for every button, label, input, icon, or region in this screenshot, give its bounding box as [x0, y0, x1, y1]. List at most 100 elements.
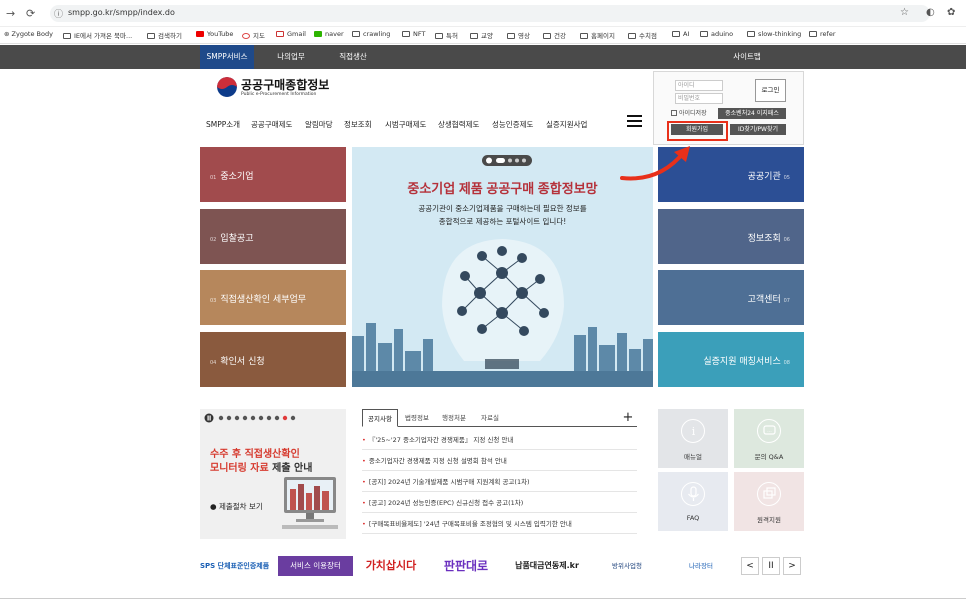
bookmark-item[interactable]: NFT	[402, 30, 425, 38]
bookmark-globe-icon: ⊛	[4, 30, 12, 38]
news-item[interactable]: • [공고] 2024년 성능인증(EPC) 신규신청 접수 공고(1차)	[362, 493, 637, 513]
tab-laws[interactable]: 법령정보	[400, 409, 434, 427]
strip-dapa[interactable]: 방위사업청	[592, 556, 662, 576]
menu-performance-cert[interactable]: 성능인증제도	[492, 119, 533, 130]
bookmark-item[interactable]: YouTube	[196, 30, 233, 38]
menu-public-purchase[interactable]: 공공구매제도	[251, 119, 292, 130]
bookmark-item[interactable]: refer	[809, 30, 836, 38]
svg-text:···: ···	[767, 429, 772, 435]
quick-manual[interactable]: i 매뉴얼	[658, 409, 728, 468]
hamburger-menu-icon[interactable]	[627, 115, 642, 128]
tile-direct-production-check[interactable]: 03 직접생산확인 세부업무	[200, 270, 346, 325]
menu-cooperation[interactable]: 상생협력제도	[438, 119, 479, 130]
more-plus-icon[interactable]: +	[620, 409, 636, 427]
strip-sps[interactable]: SPS 단체표준인증제품	[200, 556, 274, 576]
id-input[interactable]: 아이디	[675, 80, 723, 91]
reload-icon[interactable]: ⟳	[26, 7, 35, 20]
red-arrow-icon	[620, 146, 690, 181]
quick-faq[interactable]: FAQ	[658, 472, 728, 531]
tile-customer-center[interactable]: 고객센터 07	[658, 270, 804, 325]
tab-direct-production[interactable]: 직접생산	[325, 45, 381, 69]
quick-remote-support[interactable]: 원격지원	[734, 472, 804, 531]
promo-panel[interactable]: 수주 후 직접생산확인 모니터링 자료 제출 안내 ● 제출절차 보기	[200, 409, 346, 539]
menu-info-search[interactable]: 정보조회	[344, 119, 372, 130]
news-item[interactable]: • [구매목표비율제도] '24년 구매목표비율 조정협의 및 시스템 입력기한 …	[362, 514, 637, 534]
footer-divider	[0, 598, 966, 599]
banner-description: 종합적으로 제공하는 포털사이트 입니다!	[438, 217, 567, 226]
quick-qna[interactable]: ··· 문의 Q&A	[734, 409, 804, 468]
logo-emblem-icon[interactable]	[217, 77, 237, 97]
forward-icon[interactable]: →	[6, 7, 15, 20]
site-logo-title[interactable]: 공공구매종합정보	[241, 76, 329, 93]
folder-icon	[580, 33, 588, 39]
site-info-icon[interactable]: ⓘ	[54, 7, 63, 20]
bookmark-item[interactable]: aduino	[700, 30, 733, 38]
bookmark-item[interactable]: Gmail	[276, 30, 306, 38]
strip-service-market[interactable]: 서비스 이용장터	[278, 556, 353, 576]
strip-gachi[interactable]: 가치삽시다	[358, 556, 424, 576]
slide-pager[interactable]	[482, 155, 532, 166]
tab-smpp-service[interactable]: SMPP서비스	[200, 45, 254, 69]
browser-toolbar: → ⟳ ⓘ smpp.go.kr/smpp/index.do ☆ ◐ ✿	[0, 0, 966, 27]
menu-smpp-intro[interactable]: SMPP소개	[206, 119, 240, 130]
folder-icon	[543, 33, 551, 39]
bookmark-item[interactable]: 교양	[470, 30, 493, 40]
bookmark-star-icon[interactable]: ☆	[900, 7, 909, 18]
folder-icon	[470, 33, 478, 39]
menu-notice[interactable]: 알림마당	[305, 119, 333, 130]
bookmark-item[interactable]: 특허	[435, 30, 458, 40]
news-item[interactable]: • [공지] 2024년 기술개발제품 시범구매 지원계획 공고(1차)	[362, 472, 637, 492]
bookmark-item[interactable]: AI	[672, 30, 689, 38]
bookmark-item[interactable]: naver	[314, 30, 344, 38]
tile-matching-service[interactable]: 실증지원 매칭서비스 08	[658, 332, 804, 387]
news-item[interactable]: • 중소기업자간 경쟁제품 지정 신청 설명회 참석 안내	[362, 451, 637, 471]
bookmark-item[interactable]: 수치점	[628, 30, 657, 40]
folder-icon	[700, 31, 708, 37]
bookmark-item[interactable]: slow-thinking	[747, 30, 801, 38]
login-button[interactable]: 로그인	[755, 79, 786, 102]
bookmark-item[interactable]: 영상	[507, 30, 530, 40]
easypass-button[interactable]: 중소벤처24 이지패스	[718, 108, 786, 119]
address-bar[interactable]: ⓘ smpp.go.kr/smpp/index.do	[50, 5, 930, 22]
tab-resources[interactable]: 자료실	[474, 409, 506, 427]
bookmark-item[interactable]: IE에서 가져온 북마...	[63, 30, 132, 40]
tab-disposition[interactable]: 행정처분	[436, 409, 472, 427]
extensions-icon[interactable]: ✿	[947, 7, 955, 18]
folder-icon	[809, 31, 817, 37]
naver-icon	[314, 31, 322, 37]
banner-description: 공공기관이 중소기업제품을 구매하는데 필요한 정보를	[418, 204, 587, 213]
bookmark-item[interactable]: ⊛ Zygote Body	[4, 30, 53, 38]
main-banner[interactable]: 중소기업 제품 공공구매 종합정보망 공공기관이 중소기업제품을 구매하는데 필…	[352, 147, 653, 387]
sitemap-link[interactable]: 사이트맵	[722, 45, 772, 69]
bookmark-item[interactable]: 건강	[543, 30, 566, 40]
tile-certificate-apply[interactable]: 04 확인서 신청	[200, 332, 346, 387]
tile-bid-notice[interactable]: 02 입찰공고	[200, 209, 346, 264]
strip-panpan[interactable]: 판판대로	[426, 556, 506, 576]
strip-narajangteo[interactable]: 나라장터	[666, 556, 736, 576]
remember-id-checkbox[interactable]: 아이디저장	[671, 108, 707, 117]
bookmark-item[interactable]: 지도	[242, 30, 265, 40]
strip-prev-button[interactable]: <	[741, 557, 759, 575]
menu-demonstration[interactable]: 실증지원사업	[546, 119, 587, 130]
bookmark-item[interactable]: 홈페이지	[580, 30, 615, 40]
chat-bubble-icon: ···	[757, 419, 781, 443]
tile-info-search[interactable]: 정보조회 06	[658, 209, 804, 264]
password-input[interactable]: 비밀번호	[675, 93, 723, 104]
strip-pause-button[interactable]: II	[762, 557, 780, 575]
strip-payment-link[interactable]: 납품대금연동제.kr	[510, 556, 584, 576]
promo-link[interactable]: ● 제출절차 보기	[210, 501, 263, 512]
folder-icon	[507, 33, 515, 39]
tile-sme[interactable]: 01 중소기업	[200, 147, 346, 202]
find-id-pw-button[interactable]: ID찾기/PW찾기	[730, 124, 786, 135]
bookmark-item[interactable]: 검색하기	[147, 30, 182, 40]
account-icon[interactable]: ◐	[926, 7, 935, 18]
checkbox-icon[interactable]	[671, 110, 677, 116]
menu-pilot-purchase[interactable]: 시범구매제도	[385, 119, 426, 130]
bookmark-item[interactable]: crawling	[352, 30, 390, 38]
folder-icon	[147, 33, 155, 39]
strip-next-button[interactable]: >	[783, 557, 801, 575]
news-item[interactable]: • 『'25~'27 중소기업자간 경쟁제품』 지정 신청 안내	[362, 430, 637, 450]
tab-notice[interactable]: 공지사항	[362, 409, 398, 427]
circle-arrow-icon: ●	[210, 502, 219, 511]
tab-my-work[interactable]: 나의업무	[262, 45, 320, 69]
